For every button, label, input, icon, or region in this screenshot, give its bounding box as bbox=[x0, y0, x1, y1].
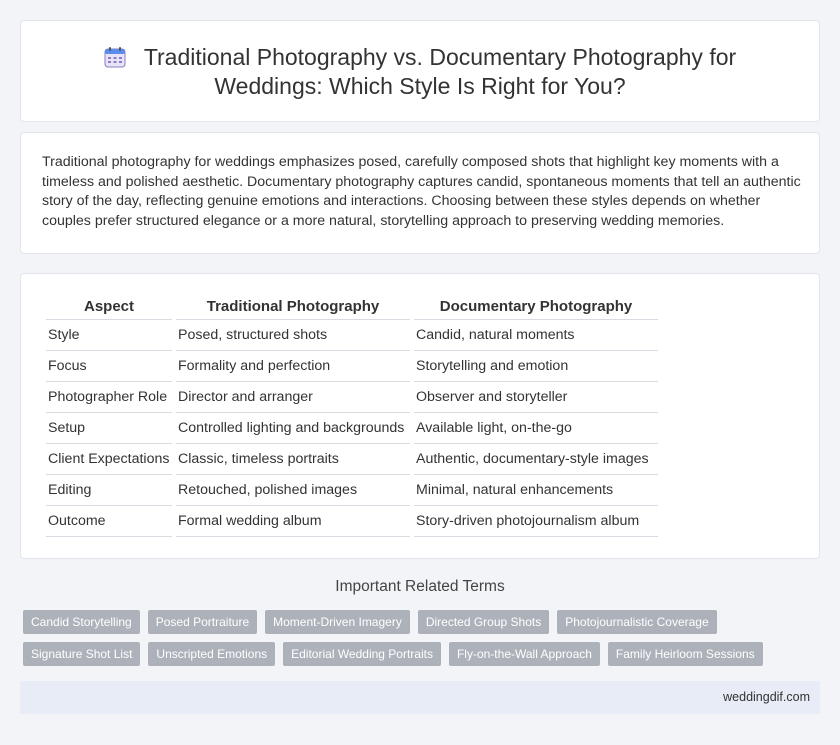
cell-documentary: Minimal, natural enhancements bbox=[414, 475, 658, 506]
header-aspect: Aspect bbox=[46, 294, 172, 320]
tag-unscripted-emotions[interactable]: Unscripted Emotions bbox=[148, 642, 276, 666]
cell-aspect: Outcome bbox=[46, 506, 172, 537]
cell-aspect: Editing bbox=[46, 475, 172, 506]
title-line-2: Weddings: Which Style Is Right for You? bbox=[214, 73, 626, 99]
cell-traditional: Formality and perfection bbox=[176, 351, 410, 382]
cell-aspect: Client Expectations bbox=[46, 444, 172, 475]
cell-documentary: Storytelling and emotion bbox=[414, 351, 658, 382]
cell-aspect: Style bbox=[46, 320, 172, 351]
tag-row-2: Signature Shot List Unscripted Emotions … bbox=[23, 642, 813, 666]
tag-candid-storytelling[interactable]: Candid Storytelling bbox=[23, 610, 140, 634]
cell-documentary: Candid, natural moments bbox=[414, 320, 658, 351]
table-row: Editing Retouched, polished images Minim… bbox=[46, 475, 658, 506]
tag-editorial-wedding-portraits[interactable]: Editorial Wedding Portraits bbox=[283, 642, 441, 666]
page-title: Traditional Photography vs. Documentary … bbox=[21, 43, 819, 101]
related-tags: Candid Storytelling Posed Portraiture Mo… bbox=[23, 610, 813, 674]
table-header-row: Aspect Traditional Photography Documenta… bbox=[46, 294, 658, 320]
tag-signature-shot-list[interactable]: Signature Shot List bbox=[23, 642, 141, 666]
comparison-table: Aspect Traditional Photography Documenta… bbox=[42, 294, 662, 537]
table-row: Client Expectations Classic, timeless po… bbox=[46, 444, 658, 475]
footer: weddingdif.com bbox=[20, 681, 820, 714]
cell-aspect: Setup bbox=[46, 413, 172, 444]
title-line-1: Traditional Photography vs. Documentary … bbox=[143, 44, 737, 70]
tag-family-heirloom-sessions[interactable]: Family Heirloom Sessions bbox=[607, 642, 763, 666]
cell-aspect: Photographer Role bbox=[46, 382, 172, 413]
tag-moment-driven-imagery[interactable]: Moment-Driven Imagery bbox=[265, 610, 410, 634]
cell-traditional: Formal wedding album bbox=[176, 506, 410, 537]
cell-documentary: Available light, on-the-go bbox=[414, 413, 658, 444]
cell-traditional: Director and arranger bbox=[176, 382, 410, 413]
cell-traditional: Posed, structured shots bbox=[176, 320, 410, 351]
cell-traditional: Classic, timeless portraits bbox=[176, 444, 410, 475]
tag-directed-group-shots[interactable]: Directed Group Shots bbox=[417, 610, 550, 634]
intro-card: Traditional photography for weddings emp… bbox=[20, 132, 820, 254]
cell-documentary: Observer and storyteller bbox=[414, 382, 658, 413]
cell-documentary: Authentic, documentary-style images bbox=[414, 444, 658, 475]
cell-traditional: Controlled lighting and backgrounds bbox=[176, 413, 410, 444]
cell-aspect: Focus bbox=[46, 351, 172, 382]
tag-fly-on-the-wall-approach[interactable]: Fly-on-the-Wall Approach bbox=[448, 642, 600, 666]
title-card: Traditional Photography vs. Documentary … bbox=[20, 20, 820, 122]
header-documentary: Documentary Photography bbox=[414, 294, 658, 320]
calendar-icon bbox=[104, 47, 126, 68]
table-row: Setup Controlled lighting and background… bbox=[46, 413, 658, 444]
table-row: Focus Formality and perfection Storytell… bbox=[46, 351, 658, 382]
comparison-card: Aspect Traditional Photography Documenta… bbox=[20, 273, 820, 559]
table-row: Photographer Role Director and arranger … bbox=[46, 382, 658, 413]
intro-paragraph: Traditional photography for weddings emp… bbox=[42, 154, 801, 229]
header-traditional: Traditional Photography bbox=[176, 294, 410, 320]
footer-site-link[interactable]: weddingdif.com bbox=[723, 690, 810, 704]
table-row: Style Posed, structured shots Candid, na… bbox=[46, 320, 658, 351]
tag-row-1: Candid Storytelling Posed Portraiture Mo… bbox=[23, 610, 813, 634]
cell-traditional: Retouched, polished images bbox=[176, 475, 410, 506]
table-row: Outcome Formal wedding album Story-drive… bbox=[46, 506, 658, 537]
cell-documentary: Story-driven photojournalism album bbox=[414, 506, 658, 537]
related-terms-heading: Important Related Terms bbox=[335, 578, 505, 595]
tag-posed-portraiture[interactable]: Posed Portraiture bbox=[147, 610, 258, 634]
tag-photojournalistic-coverage[interactable]: Photojournalistic Coverage bbox=[557, 610, 717, 634]
